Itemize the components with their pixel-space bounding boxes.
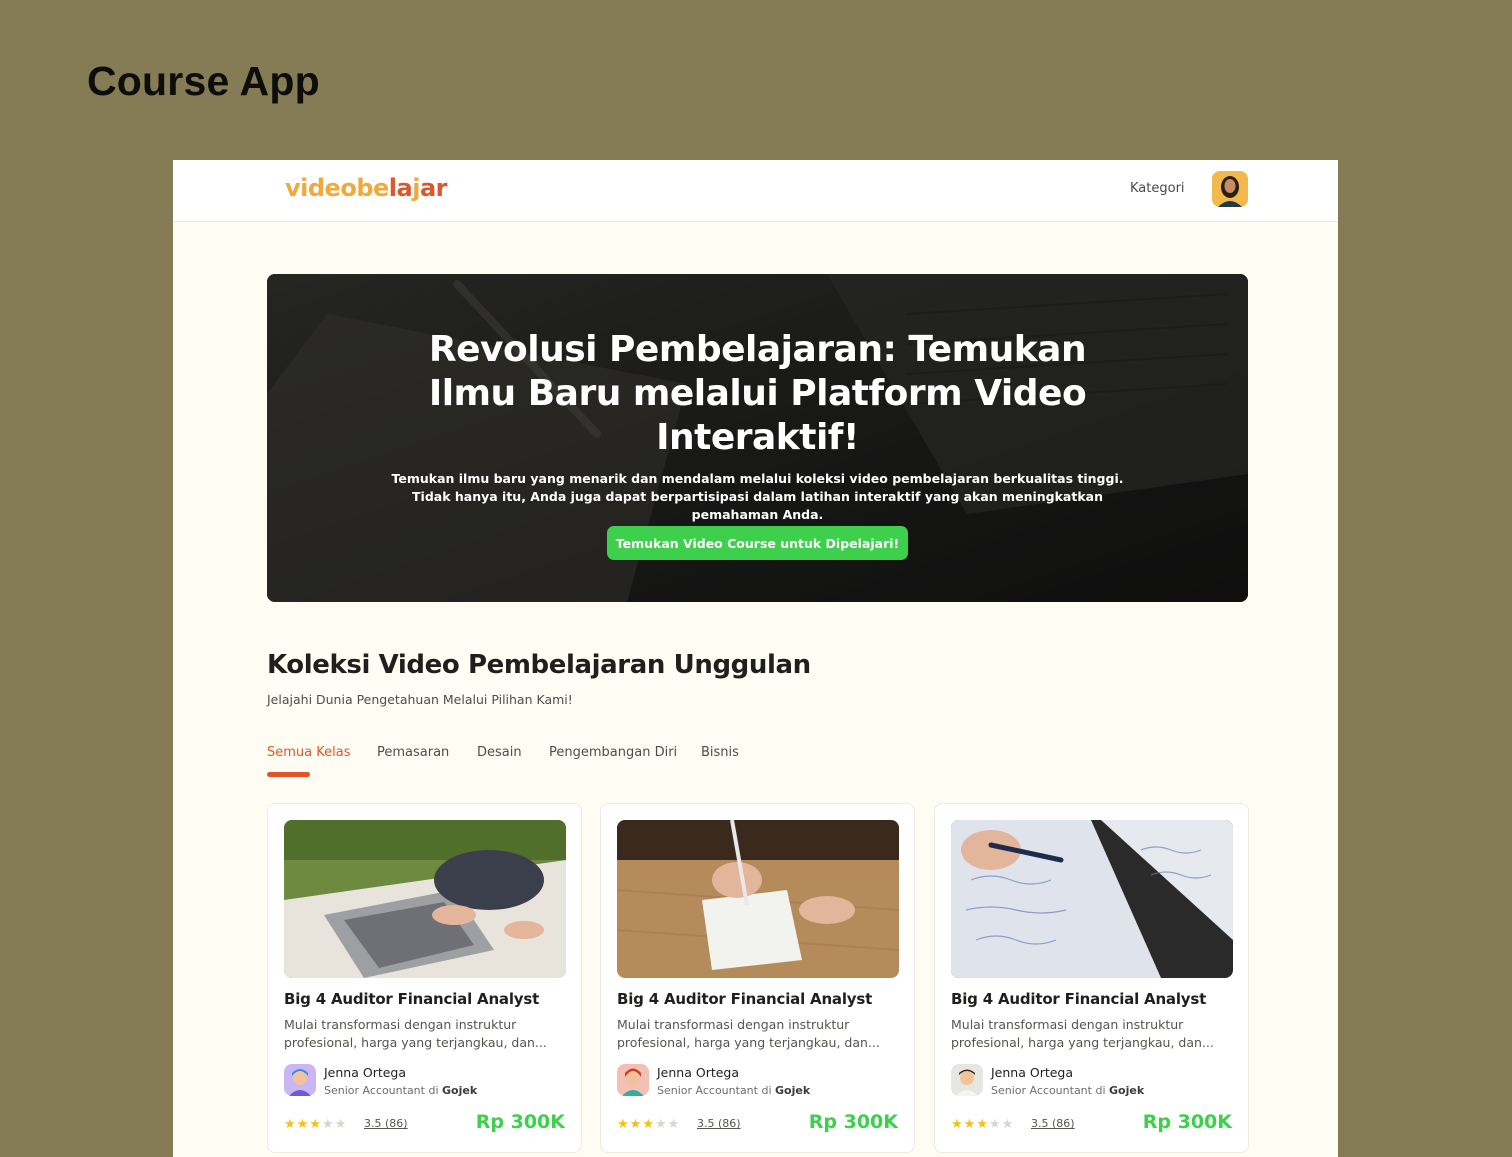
tab-semua-kelas[interactable]: Semua Kelas [267, 745, 350, 760]
course-title[interactable]: Big 4 Auditor Financial Analyst [617, 990, 872, 1008]
course-card[interactable]: Big 4 Auditor Financial Analyst Mulai tr… [267, 803, 582, 1153]
rating-text[interactable]: 3.5 (86) [1031, 1117, 1075, 1130]
instructor-name: Jenna Ortega [991, 1065, 1074, 1080]
logo-part-3: j [412, 174, 420, 202]
course-description: Mulai transformasi dengan instruktur pro… [284, 1017, 547, 1050]
hero-banner: Revolusi Pembelajaran: Temukan Ilmu Baru… [267, 274, 1248, 602]
section-title: Koleksi Video Pembelajaran Unggulan [267, 650, 811, 680]
active-tab-indicator [267, 772, 310, 777]
tab-pemasaran[interactable]: Pemasaran [377, 745, 449, 760]
math-notes-image [951, 820, 1233, 978]
course-title[interactable]: Big 4 Auditor Financial Analyst [951, 990, 1206, 1008]
user-avatar-icon[interactable] [1212, 171, 1248, 207]
star-rating-icon: ★★★★★ [284, 1116, 348, 1131]
instructor-name: Jenna Ortega [657, 1065, 740, 1080]
course-price: Rp 300K [808, 1111, 898, 1133]
tab-pengembangan-diri[interactable]: Pengembangan Diri [549, 745, 677, 760]
rating-text[interactable]: 3.5 (86) [697, 1117, 741, 1130]
laptop-on-blanket-image [284, 820, 566, 978]
instructor-role: Senior Accountant di Gojek [657, 1084, 811, 1097]
instructor-name: Jenna Ortega [324, 1065, 407, 1080]
hero-title: Revolusi Pembelajaran: Temukan Ilmu Baru… [428, 329, 1087, 458]
instructor-avatar-icon [617, 1064, 649, 1096]
star-rating-icon: ★★★★★ [617, 1116, 681, 1131]
tab-bisnis[interactable]: Bisnis [701, 745, 739, 760]
course-price: Rp 300K [1142, 1111, 1232, 1133]
logo-part-1: videobe [285, 174, 389, 202]
nav-kategori[interactable]: Kategori [1130, 181, 1185, 196]
course-title[interactable]: Big 4 Auditor Financial Analyst [284, 990, 539, 1008]
logo-part-2: la [388, 174, 413, 202]
hero-subtitle: Temukan ilmu baru yang menarik dan menda… [391, 471, 1124, 522]
navbar: videobelajar Kategori [173, 160, 1338, 222]
writing-notebook-image [617, 820, 899, 978]
section-subtitle: Jelajahi Dunia Pengetahuan Melalui Pilih… [267, 692, 573, 707]
star-rating-icon: ★★★★★ [951, 1116, 1015, 1131]
course-card[interactable]: Big 4 Auditor Financial Analyst Mulai tr… [934, 803, 1249, 1153]
tab-desain[interactable]: Desain [477, 745, 522, 760]
page-label: Course App [87, 58, 320, 104]
logo[interactable]: videobelajar [285, 174, 447, 202]
course-description: Mulai transformasi dengan instruktur pro… [951, 1017, 1214, 1050]
course-card[interactable]: Big 4 Auditor Financial Analyst Mulai tr… [600, 803, 915, 1153]
instructor-role: Senior Accountant di Gojek [324, 1084, 478, 1097]
hero-cta-button[interactable]: Temukan Video Course untuk Dipelajari! [607, 526, 908, 560]
instructor-avatar-icon [951, 1064, 983, 1096]
app-frame: videobelajar Kategori Revolusi Pembelaja… [173, 160, 1338, 1157]
instructor-role: Senior Accountant di Gojek [991, 1084, 1145, 1097]
logo-part-4: ar [419, 174, 448, 202]
course-description: Mulai transformasi dengan instruktur pro… [617, 1017, 880, 1050]
rating-text[interactable]: 3.5 (86) [364, 1117, 408, 1130]
course-price: Rp 300K [475, 1111, 565, 1133]
instructor-avatar-icon [284, 1064, 316, 1096]
